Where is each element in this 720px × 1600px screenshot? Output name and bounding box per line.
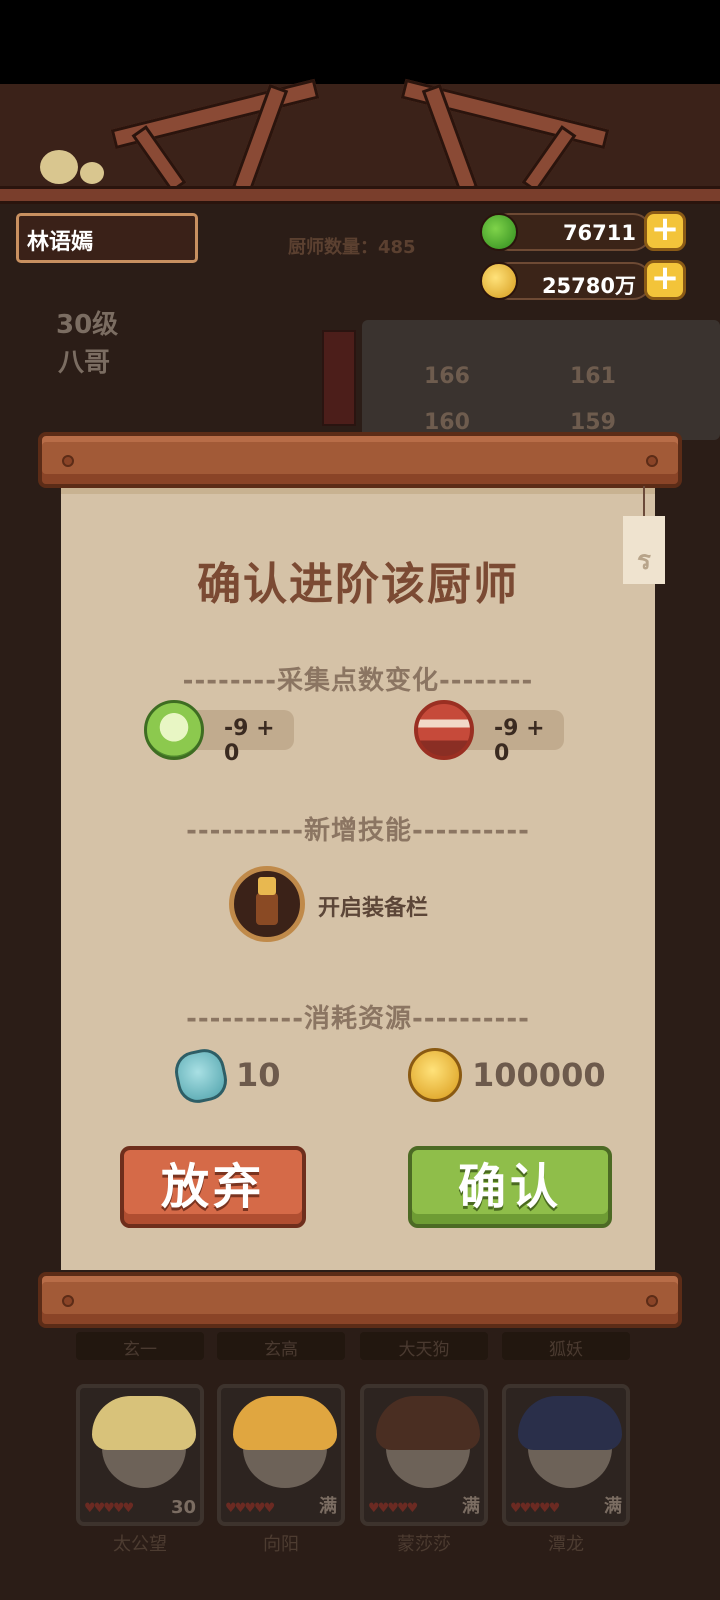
- meat-icon: [414, 700, 474, 760]
- chef-stats-panel: 166 161 160 159: [362, 320, 720, 440]
- chef-card[interactable]: ♥♥♥♥♥ 满: [360, 1384, 488, 1526]
- skill-unlock-label: 开启装备栏: [318, 896, 429, 921]
- chef-count: 厨师数量：485: [288, 237, 416, 258]
- chef-name-label: 潭龙: [548, 1534, 584, 1555]
- chef-name-label: 蒙莎莎: [397, 1534, 451, 1555]
- chef-label-top: 大天狗: [360, 1332, 488, 1360]
- chef-name-label: 太公望: [113, 1534, 167, 1555]
- equipment-slot-icon: [229, 866, 305, 942]
- chef-card[interactable]: ♥♥♥♥♥ 满: [217, 1384, 345, 1526]
- dialog-title: 确认进阶该厨师: [197, 559, 519, 610]
- chef-label-top: 玄一: [76, 1332, 204, 1360]
- chef-label-top: 玄高: [217, 1332, 345, 1360]
- scroll-bottom-rod: [38, 1272, 682, 1328]
- coin-icon: [480, 262, 518, 300]
- collect-points-heading: --------采集点数变化--------: [182, 666, 534, 696]
- chef-level: 30级: [56, 310, 119, 340]
- cost-heading: ----------消耗资源----------: [186, 1004, 530, 1034]
- chef-card[interactable]: ♥♥♥♥♥ 满: [502, 1384, 630, 1526]
- chef-side-tab[interactable]: [322, 330, 356, 426]
- chef-name-label: 向阳: [263, 1534, 299, 1555]
- new-skill-heading: ----------新增技能----------: [186, 816, 530, 846]
- chef-name: 八哥: [58, 348, 111, 378]
- confirm-button[interactable]: 确认: [408, 1146, 612, 1228]
- coin-cost: 100000: [472, 1056, 606, 1094]
- stat-stir-fry: 166: [424, 364, 470, 389]
- jade-icon: [480, 213, 518, 251]
- vegetable-icon: [144, 700, 204, 760]
- scroll-top-rod: [38, 432, 682, 488]
- chef-label-top: 狐妖: [502, 1332, 630, 1360]
- chef-card[interactable]: ♥♥♥♥♥ 30: [76, 1384, 204, 1526]
- player-name-field[interactable]: 林语嫣: [16, 213, 198, 263]
- chick-decoration: [80, 162, 104, 184]
- stone-cost: 10: [236, 1056, 281, 1094]
- add-jade-button[interactable]: +: [644, 211, 686, 251]
- chick-decoration: [40, 150, 78, 184]
- add-coins-button[interactable]: +: [644, 260, 686, 300]
- cancel-button[interactable]: 放弃: [120, 1146, 306, 1228]
- coin-icon: [408, 1048, 462, 1102]
- stat-deep-fry: 161: [570, 364, 616, 389]
